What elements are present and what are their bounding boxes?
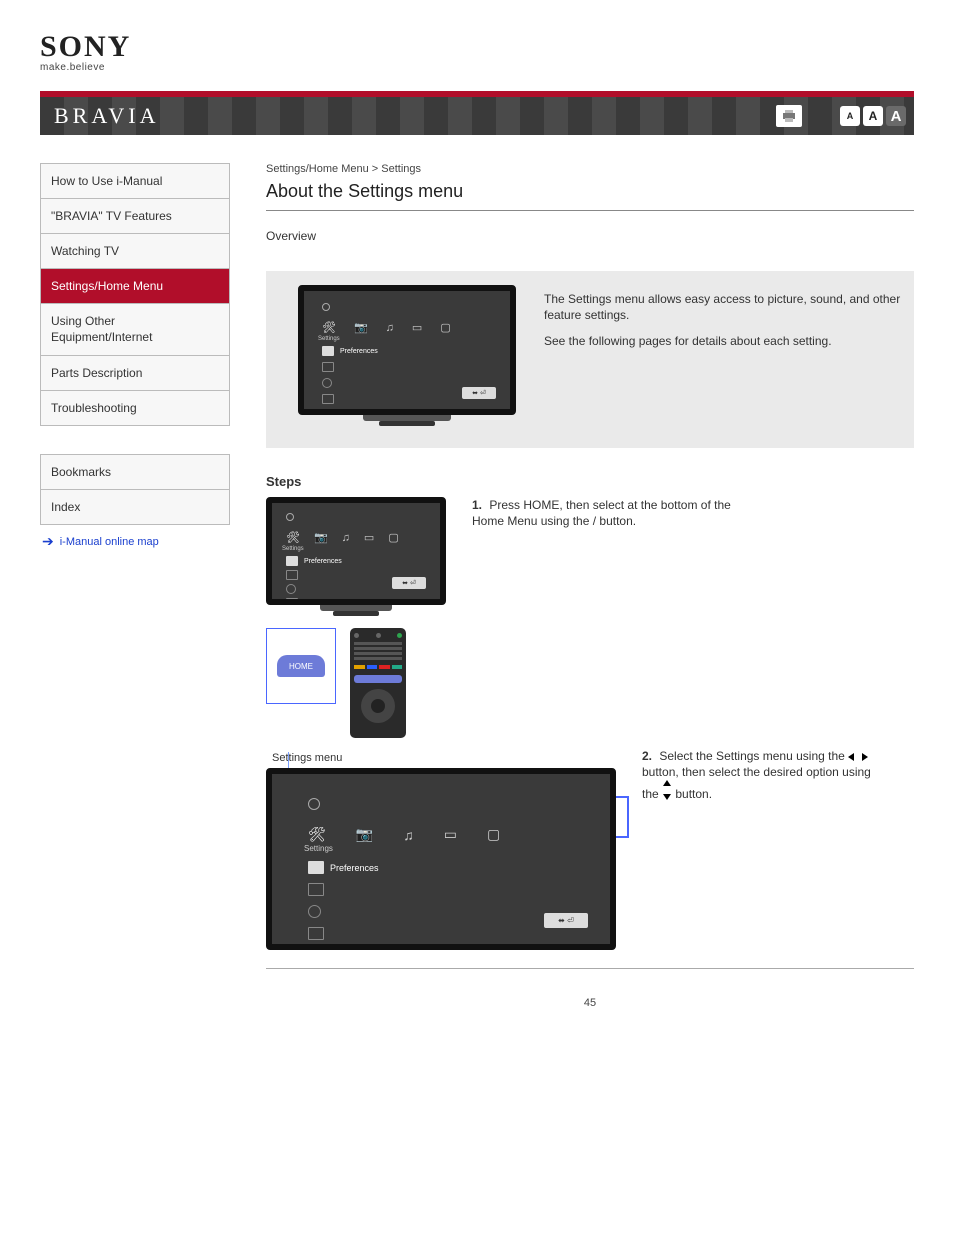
imanual-map-label: i-Manual online map <box>60 536 159 548</box>
tv-settings-label: Settings <box>318 336 500 342</box>
divider <box>266 210 914 211</box>
sidebar-item-settings-home[interactable]: Settings/Home Menu <box>41 269 229 304</box>
sidebar-nav: How to Use i-Manual "BRAVIA" TV Features… <box>40 163 230 426</box>
bravia-wordmark: BRAVIA <box>54 103 160 129</box>
left-right-arrows-icon <box>848 749 868 763</box>
page-title: About the Settings menu <box>266 181 914 202</box>
brand-logo-block: SONY make.believe <box>40 30 914 73</box>
camera-icon: 📷 <box>354 321 368 334</box>
font-size-switcher: A A A <box>840 106 906 126</box>
remote-illustration <box>350 628 406 738</box>
sony-logo: SONY <box>40 30 914 64</box>
overview-label: Overview <box>266 229 914 243</box>
music-icon: ♫ <box>386 322 394 334</box>
font-size-medium[interactable]: A <box>863 106 883 126</box>
sidebar-item-features[interactable]: "BRAVIA" TV Features <box>41 199 229 234</box>
step-2-text-a: Select the Settings menu using the <box>659 749 848 763</box>
overview-panel: 🛠 📷 ♫ ▭ ▢ Settings Preferences <box>266 271 914 448</box>
breadcrumb: Settings/Home Menu > Settings <box>266 163 914 175</box>
page-number: 45 <box>266 997 914 1009</box>
tv-illustration: 🛠 📷 ♫ ▭ ▢ Settings Preferences <box>298 285 516 426</box>
step-2-text-c: button. <box>675 787 712 801</box>
sidebar-item-other-equipment[interactable]: Using Other Equipment/Internet <box>41 304 229 356</box>
tv-illustration-large: 🛠 📷 ♫ ▭ ▢ Settings Preferences <box>266 768 616 950</box>
settings-icon: 🛠 <box>322 321 336 334</box>
steps-label: Steps <box>266 474 914 489</box>
step-2-number: 2. <box>642 749 652 763</box>
font-size-small[interactable]: A <box>840 106 860 126</box>
tv-preferences-label: Preferences <box>340 348 378 355</box>
print-button[interactable] <box>776 105 802 127</box>
arrow-right-icon: ➔ <box>42 533 54 550</box>
tv-small-icon: ▢ <box>440 321 450 334</box>
sidebar-item-index[interactable]: Index <box>41 490 229 524</box>
settings-menu-callout-label: Settings menu <box>272 752 616 764</box>
sidebar-item-parts[interactable]: Parts Description <box>41 356 229 391</box>
home-button-icon: HOME <box>277 655 325 677</box>
tv-dpad-hint: ⬌ ⏎ <box>462 387 496 399</box>
step-1-number: 1. <box>472 498 482 512</box>
overview-paragraph-1: The Settings menu allows easy access to … <box>544 291 904 323</box>
banner: BRAVIA A A A <box>40 91 914 135</box>
imanual-map-link[interactable]: ➔ i-Manual online map <box>40 525 230 550</box>
video-icon: ▭ <box>412 321 422 334</box>
sidebar-item-bookmarks[interactable]: Bookmarks <box>41 455 229 490</box>
tv-illustration-small: 🛠 📷 ♫ ▭ ▢ Settings Preferences <box>266 497 446 616</box>
bottom-divider <box>266 968 914 969</box>
overview-paragraph-2: See the following pages for details abou… <box>544 333 904 349</box>
clock-icon <box>322 303 330 311</box>
sidebar-item-watching-tv[interactable]: Watching TV <box>41 234 229 269</box>
step-1-text: Press HOME, then select at the bottom of… <box>472 498 731 528</box>
sidebar-nav-secondary: Bookmarks Index <box>40 454 230 525</box>
font-size-large[interactable]: A <box>886 106 906 126</box>
sidebar-item-troubleshooting[interactable]: Troubleshooting <box>41 391 229 425</box>
sidebar-item-how-to-use[interactable]: How to Use i-Manual <box>41 164 229 199</box>
home-button-callout: HOME <box>266 628 336 704</box>
sony-tagline: make.believe <box>40 62 914 73</box>
up-down-arrows-icon <box>662 787 675 801</box>
